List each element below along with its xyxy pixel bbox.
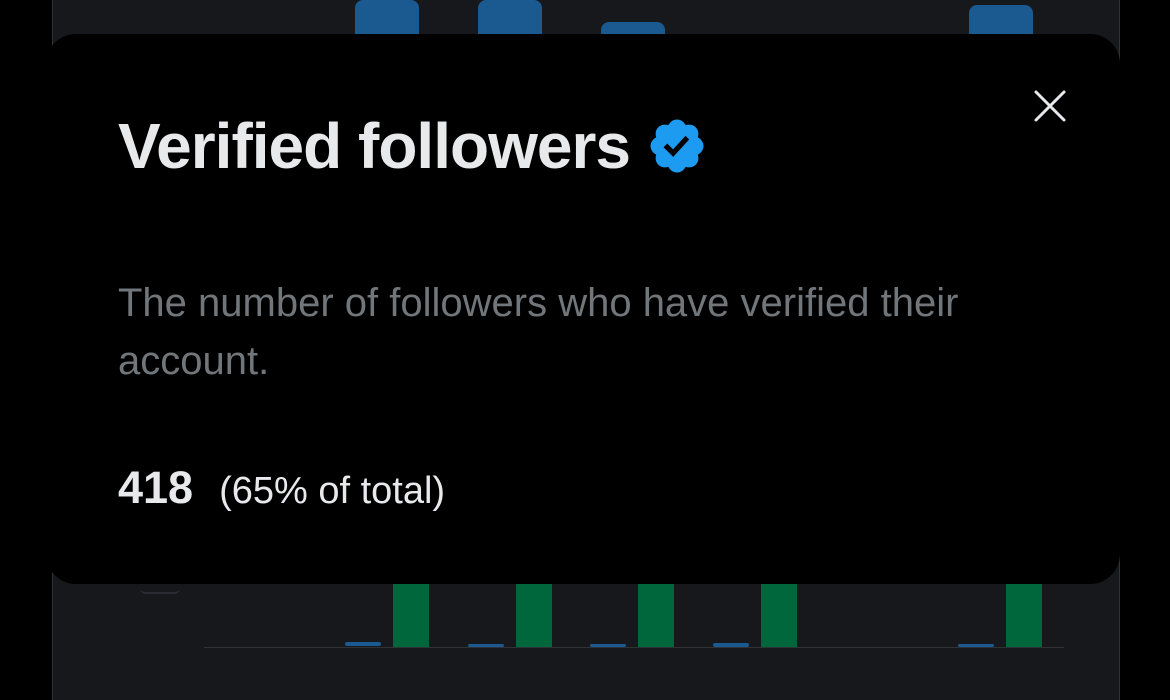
chart-bar	[1006, 580, 1042, 648]
chart-bar	[601, 22, 665, 34]
chart-bar	[478, 0, 542, 34]
chart-bar	[969, 5, 1033, 34]
chart-bar	[345, 642, 381, 646]
verified-follower-percent: (65% of total)	[219, 470, 446, 512]
axis-label-fragment	[140, 588, 180, 594]
info-modal: Verified followers The number of followe…	[46, 34, 1120, 584]
chart-bar	[638, 580, 674, 648]
chart-bar	[761, 580, 797, 648]
chart-bar	[516, 580, 552, 648]
verified-follower-count: 418	[118, 462, 194, 513]
chart-baseline	[204, 647, 1064, 648]
stat-row: 418 (65% of total)	[118, 462, 445, 514]
chart-bar	[393, 580, 429, 648]
modal-title: Verified followers	[118, 110, 631, 182]
modal-description: The number of followers who have verifie…	[118, 281, 959, 383]
chart-bar	[355, 0, 419, 34]
close-icon[interactable]	[1030, 86, 1070, 126]
close-button[interactable]	[1030, 86, 1070, 126]
title-row: Verified followers	[118, 114, 708, 178]
verified-badge-icon	[650, 119, 704, 173]
